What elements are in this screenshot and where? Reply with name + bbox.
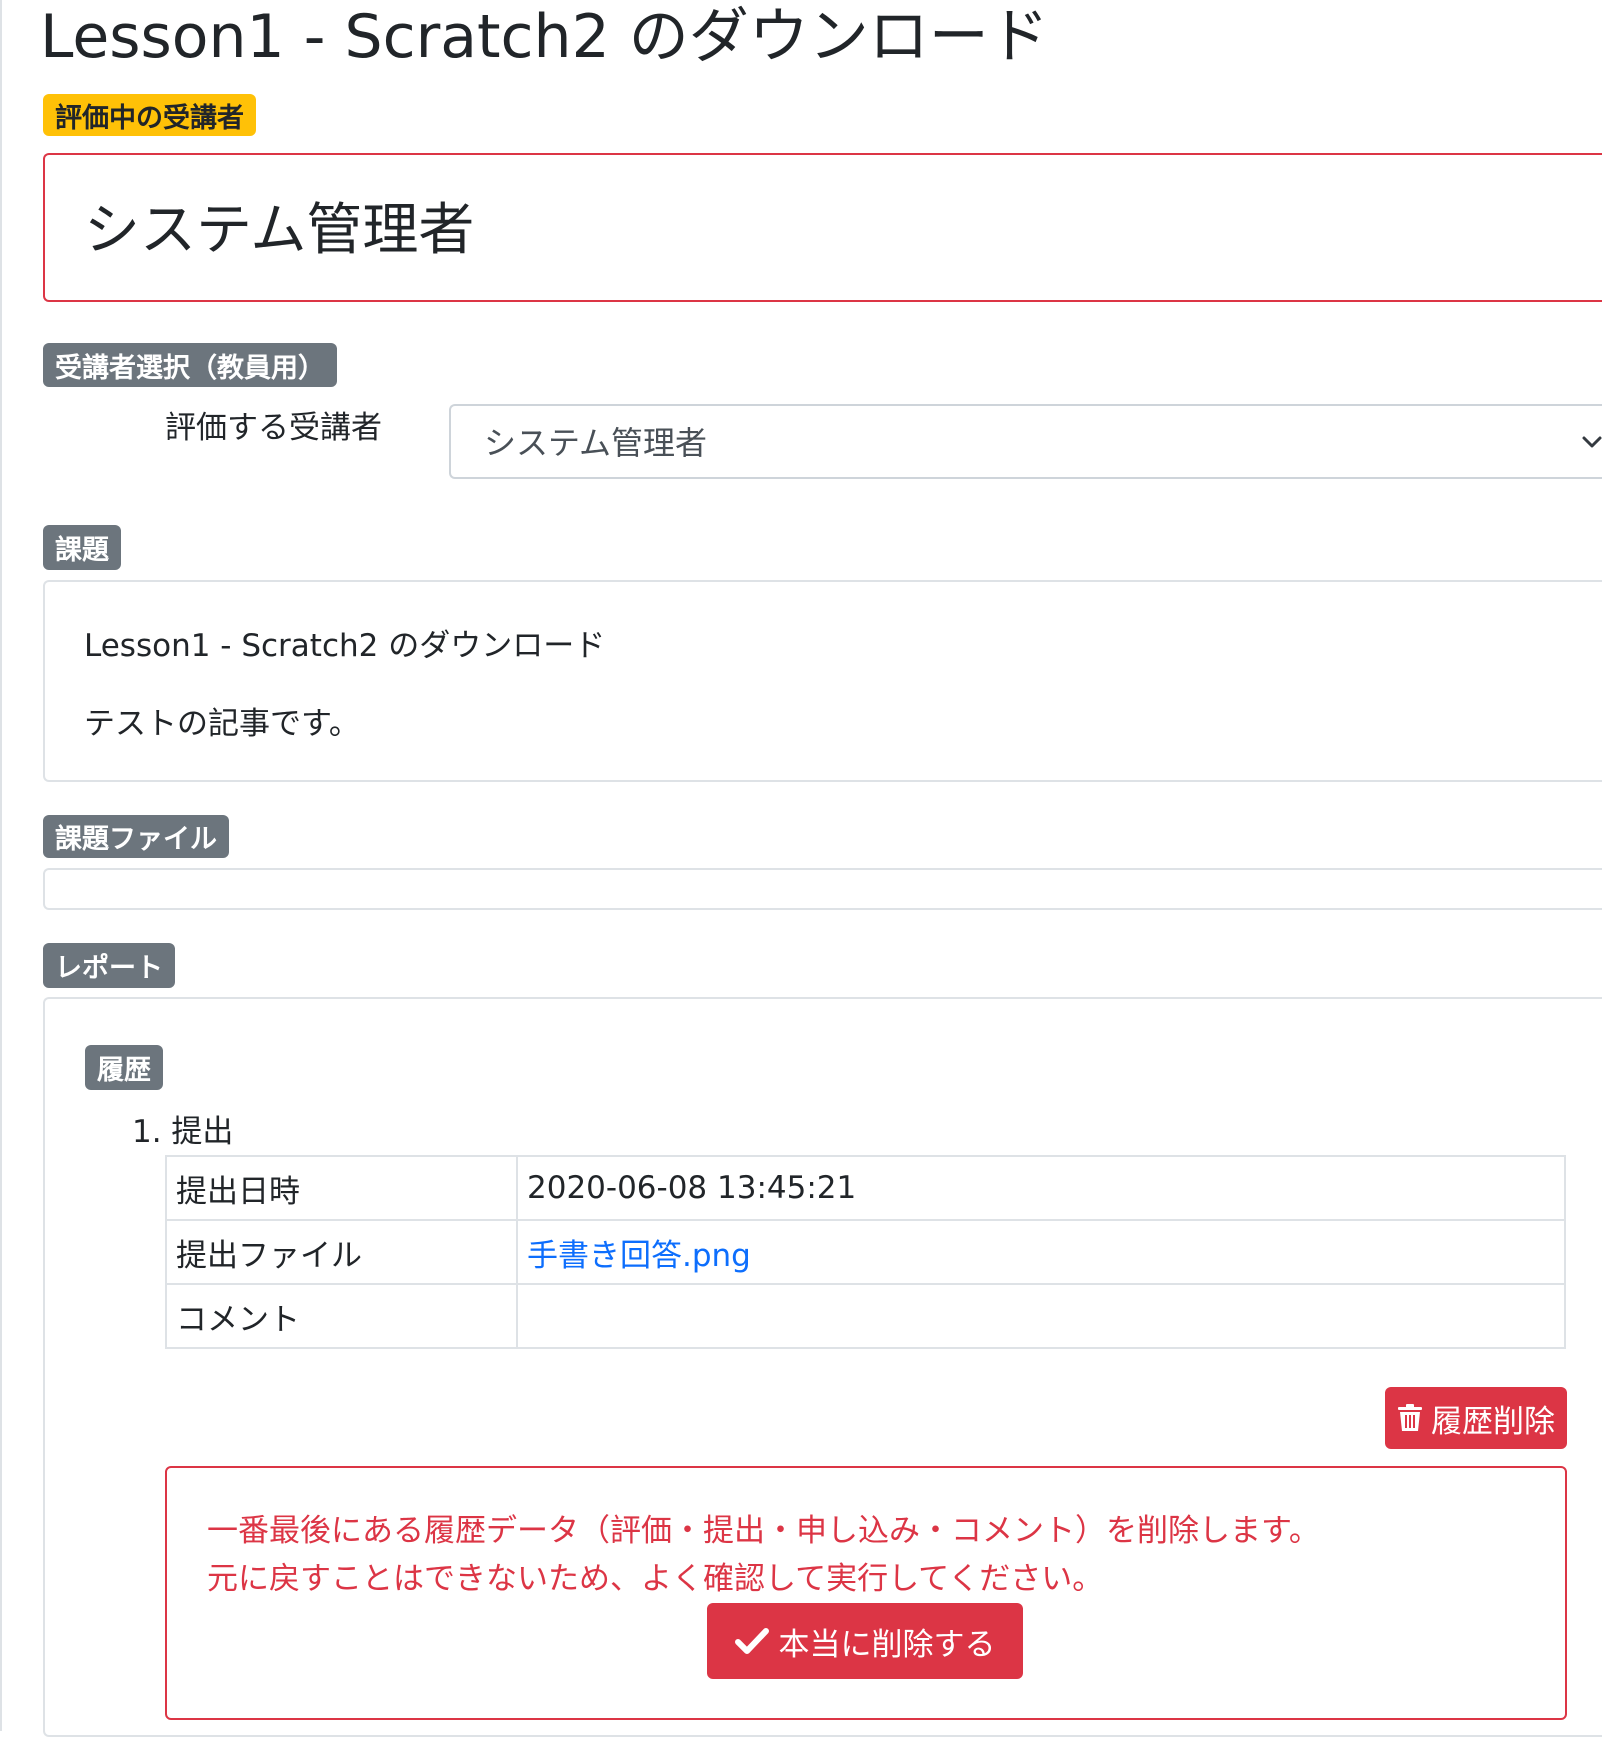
submitted-datetime-value: 2020-06-08 13:45:21	[516, 1155, 1566, 1221]
check-icon	[734, 1628, 769, 1654]
table-cell-key: 提出日時	[165, 1155, 518, 1221]
submitted-file-link[interactable]: 手書き回答.png	[527, 1238, 751, 1274]
task-file-card	[43, 868, 1602, 910]
history-badge: 履歴	[85, 1045, 163, 1090]
evaluating-student-name: システム管理者	[84, 198, 475, 263]
task-card: Lesson1 - Scratch2 のダウンロード テストの記事です。	[43, 580, 1602, 782]
confirm-delete-label: 本当に削除する	[778, 1626, 996, 1663]
comment-value	[516, 1283, 1566, 1349]
page-left-border	[0, 0, 2, 1731]
delete-warning-text: 元に戻すことはできないため、よく確認して実行してください。	[207, 1561, 1104, 1597]
task-file-badge: 課題ファイル	[43, 815, 229, 858]
student-select-badge: 受講者選択（教員用）	[43, 343, 337, 387]
report-badge: レポート	[43, 943, 175, 988]
history-table: 提出日時 2020-06-08 13:45:21 提出ファイル 手書き回答.pn…	[165, 1155, 1566, 1349]
task-title: Lesson1 - Scratch2 のダウンロード	[84, 628, 606, 664]
table-cell-key: 提出ファイル	[165, 1219, 518, 1285]
history-item-label: 1. 提出	[132, 1114, 234, 1150]
student-select-label: 評価する受講者	[165, 410, 382, 446]
page-title: Lesson1 - Scratch2 のダウンロード	[40, 2, 1049, 72]
student-select-value: システム管理者	[484, 424, 708, 462]
trash-icon	[1398, 1404, 1422, 1431]
table-row: 提出日時 2020-06-08 13:45:21	[165, 1155, 1566, 1221]
delete-history-label: 履歴削除	[1431, 1403, 1555, 1440]
submitted-file-cell: 手書き回答.png	[516, 1219, 1566, 1285]
delete-warning-text: 一番最後にある履歴データ（評価・提出・申し込み・コメント）を削除します。	[207, 1513, 1320, 1549]
evaluating-student-box: システム管理者	[43, 153, 1602, 302]
task-body: テストの記事です。	[84, 706, 360, 742]
confirm-delete-button[interactable]: 本当に削除する	[707, 1603, 1023, 1679]
table-row: コメント	[165, 1283, 1566, 1349]
table-row: 提出ファイル 手書き回答.png	[165, 1219, 1566, 1285]
table-cell-key: コメント	[165, 1283, 518, 1349]
evaluating-badge: 評価中の受講者	[43, 94, 256, 136]
student-select[interactable]: システム管理者	[449, 404, 1602, 479]
task-badge: 課題	[43, 525, 121, 570]
chevron-down-icon	[1582, 436, 1602, 448]
delete-history-button[interactable]: 履歴削除	[1385, 1387, 1567, 1449]
